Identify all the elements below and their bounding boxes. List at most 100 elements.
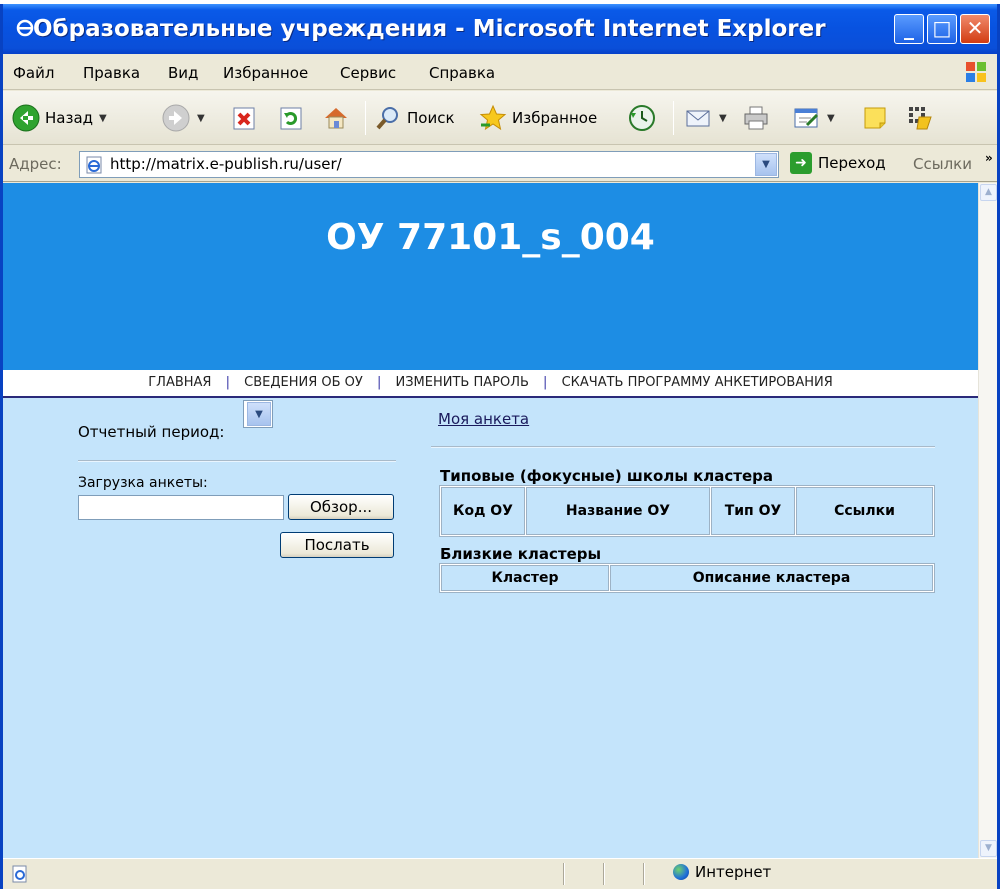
scroll-up-icon[interactable]: ▲ — [980, 184, 997, 201]
links-button[interactable]: Ссылки — [913, 155, 972, 173]
close-clusters-title: Близкие кластеры — [440, 545, 602, 563]
menu-help[interactable]: Справка — [429, 64, 495, 82]
period-label: Отчетный период: — [78, 423, 225, 441]
back-button[interactable]: Назад ▼ — [11, 100, 107, 136]
client-area: Файл Правка Вид Избранное Сервис Справка — [3, 54, 997, 889]
site-nav: ГЛАВНАЯ | СВЕДЕНИЯ ОБ ОУ | ИЗМЕНИТЬ ПАРО… — [3, 370, 978, 398]
menu-bar: Файл Правка Вид Избранное Сервис Справка — [3, 54, 997, 90]
forward-icon — [161, 103, 191, 133]
menu-edit[interactable]: Правка — [83, 64, 140, 82]
edit-icon — [791, 103, 821, 133]
toolbar-separator — [365, 101, 366, 135]
mail-dropdown-icon[interactable]: ▼ — [719, 113, 727, 124]
nav-link-school-info[interactable]: СВЕДЕНИЯ ОБ ОУ — [244, 375, 363, 390]
zone-label: Интернет — [695, 863, 772, 881]
status-divider — [563, 863, 565, 885]
go-label: Переход — [818, 154, 886, 172]
go-button[interactable]: ➜ Переход — [790, 152, 886, 174]
send-button[interactable]: Послать — [280, 532, 394, 558]
chevron-down-icon: ▼ — [247, 402, 271, 426]
status-page-icon — [11, 865, 29, 883]
search-label: Поиск — [407, 109, 455, 127]
search-button[interactable]: Поиск — [373, 100, 455, 136]
print-button[interactable] — [741, 100, 771, 136]
refresh-icon — [276, 103, 306, 133]
links-chevron-icon[interactable]: » — [985, 151, 993, 165]
column-header: Название ОУ — [526, 487, 710, 535]
notes-button[interactable] — [860, 100, 890, 136]
back-label: Назад — [45, 109, 94, 127]
menu-tools[interactable]: Сервис — [340, 64, 396, 82]
address-url: http://matrix.e-publish.ru/user/ — [110, 155, 342, 173]
divider — [431, 446, 935, 448]
refresh-button[interactable] — [276, 100, 306, 136]
page-banner: ОУ 77101_s_004 — [3, 183, 978, 370]
history-button[interactable] — [627, 100, 657, 136]
home-button[interactable] — [321, 100, 351, 136]
status-divider — [603, 863, 605, 885]
my-form-link[interactable]: Моя анкета — [438, 410, 529, 428]
close-button[interactable]: ✕ — [960, 14, 990, 44]
stop-icon — [229, 103, 259, 133]
column-header: Код ОУ — [441, 487, 525, 535]
title-bar[interactable]: Образовательные учреждения - Microsoft I… — [3, 4, 997, 54]
mail-icon — [683, 103, 713, 133]
forward-dropdown-icon[interactable]: ▼ — [197, 113, 205, 124]
address-label: Адрес: — [9, 155, 62, 173]
column-header: Тип ОУ — [711, 487, 795, 535]
search-icon — [373, 103, 403, 133]
page-viewport: ОУ 77101_s_004 ГЛАВНАЯ | СВЕДЕНИЯ ОБ ОУ … — [3, 183, 978, 858]
favorites-star-icon — [478, 103, 508, 133]
period-select[interactable]: ▼ — [243, 400, 273, 428]
banner-title: ОУ 77101_s_004 — [326, 217, 655, 258]
column-header: Ссылки — [796, 487, 933, 535]
forward-button[interactable]: ▼ — [161, 100, 205, 136]
nav-link-home[interactable]: ГЛАВНАЯ — [148, 375, 211, 390]
edit-button[interactable]: ▼ — [791, 100, 835, 136]
toolbar-separator — [673, 101, 674, 135]
address-dropdown-icon[interactable]: ▼ — [755, 153, 777, 176]
home-icon — [321, 103, 351, 133]
edit-dropdown-icon[interactable]: ▼ — [827, 113, 835, 124]
standard-toolbar: Назад ▼ ▼ Поиск Избранное ▼ ▼ — [3, 91, 997, 145]
nav-link-change-password[interactable]: ИЗМЕНИТЬ ПАРОЛЬ — [395, 375, 528, 390]
nav-separator: | — [376, 375, 382, 390]
close-clusters-table: Кластер Описание кластера — [439, 563, 935, 593]
minimize-button[interactable]: _ — [894, 14, 924, 44]
nav-link-download-program[interactable]: СКАЧАТЬ ПРОГРАММУ АНКЕТИРОВАНИЯ — [562, 375, 833, 390]
stop-button[interactable] — [229, 100, 259, 136]
history-icon — [627, 103, 657, 133]
security-zone[interactable]: Интернет — [673, 863, 771, 881]
notes-icon — [860, 103, 890, 133]
messenger-icon — [905, 103, 935, 133]
browse-button[interactable]: Обзор... — [288, 494, 394, 520]
column-header: Описание кластера — [610, 565, 933, 591]
maximize-button[interactable]: □ — [927, 14, 957, 44]
window-title: Образовательные учреждения - Microsoft I… — [33, 16, 826, 42]
upload-label: Загрузка анкеты: — [78, 475, 208, 491]
menu-file[interactable]: Файл — [13, 64, 54, 82]
nav-separator: | — [225, 375, 230, 390]
nav-separator: | — [543, 375, 548, 390]
mail-button[interactable]: ▼ — [683, 100, 727, 136]
file-path-input[interactable] — [78, 495, 284, 520]
typical-schools-title: Типовые (фокусные) школы кластера — [440, 467, 774, 485]
page-icon — [84, 155, 104, 175]
print-icon — [741, 103, 771, 133]
windows-logo-icon — [963, 59, 989, 85]
back-icon — [11, 103, 41, 133]
browser-window: Образовательные учреждения - Microsoft I… — [0, 4, 1000, 889]
status-divider — [643, 863, 645, 885]
favorites-label: Избранное — [512, 109, 598, 127]
back-dropdown-icon[interactable]: ▼ — [99, 113, 107, 124]
scroll-down-icon[interactable]: ▼ — [980, 840, 997, 857]
vertical-scrollbar[interactable]: ▲ ▼ — [978, 183, 997, 858]
globe-icon — [673, 864, 689, 880]
favorites-button[interactable]: Избранное — [478, 100, 597, 136]
menu-view[interactable]: Вид — [168, 64, 198, 82]
address-bar: Адрес: http://matrix.e-publish.ru/user/ … — [3, 146, 997, 182]
address-input[interactable]: http://matrix.e-publish.ru/user/ ▼ — [79, 151, 779, 178]
messenger-button[interactable] — [905, 100, 935, 136]
menu-favorites[interactable]: Избранное — [223, 64, 308, 82]
typical-schools-table: Код ОУ Название ОУ Тип ОУ Ссылки — [439, 485, 935, 537]
